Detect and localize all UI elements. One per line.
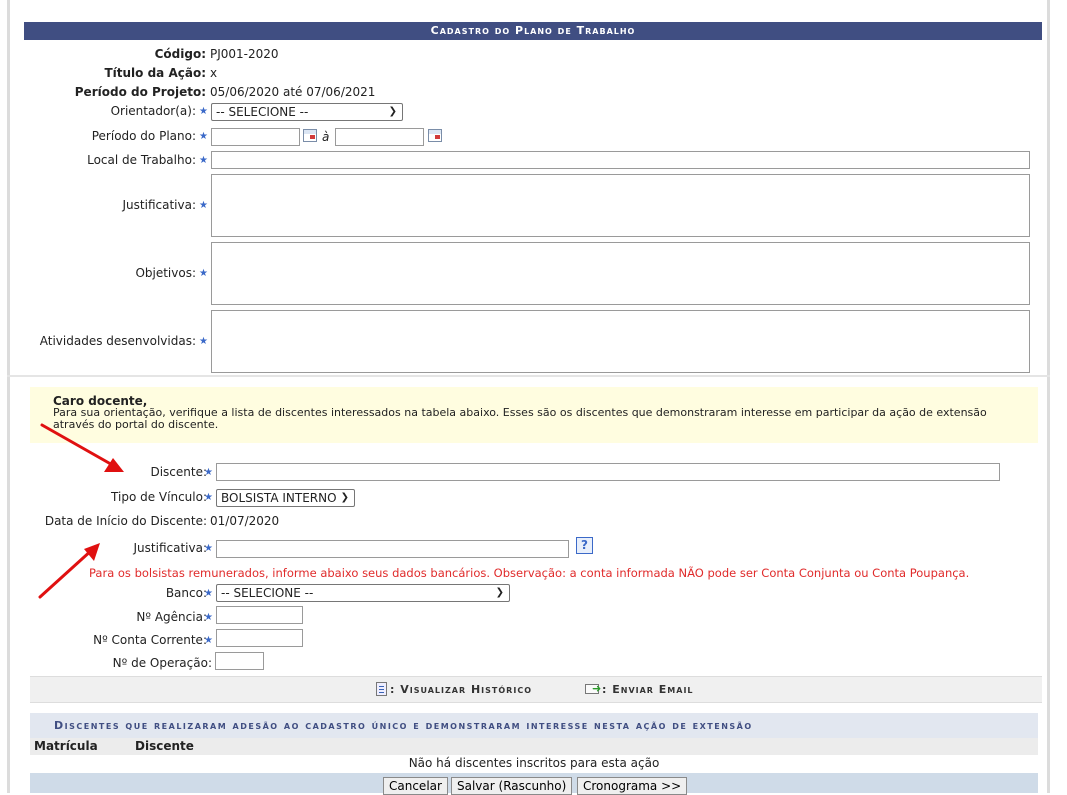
chevron-down-icon: ❯ [495,587,504,598]
periodo-plano-label: Período do Plano: [91,129,196,143]
objetivos-label: Objetivos: [135,266,196,280]
page-left-border [7,0,10,793]
banco-select[interactable]: -- SELECIONE -- ❯ [216,584,510,602]
agencia-input[interactable] [216,606,303,624]
action-bar: : Visualizar Histórico : Enviar Email [30,676,1042,703]
arrow-head-icon [84,543,100,561]
tipo-vinculo-label: Tipo de Vínculo: [111,490,207,504]
required-star-icon: ★ [204,635,213,646]
periodo-projeto-label: Período do Projeto: [74,85,206,99]
periodo-separator: à [322,130,330,144]
periodo-inicio-input[interactable] [211,128,300,146]
required-star-icon: ★ [199,336,208,347]
discente-input[interactable] [216,463,1000,481]
justificativa-discente-label: Justificativa: [133,541,207,555]
empty-list-message: Não há discentes inscritos para esta açã… [408,756,660,770]
cronograma-button[interactable]: Cronograma >> [577,777,688,795]
bank-warning: Para os bolsistas remunerados, informe a… [89,566,970,580]
arrow-head-icon [104,458,124,472]
operacao-label: Nº de Operação: [112,656,212,670]
annotation-arrow-justificativa [38,547,95,599]
column-discente: Discente [135,739,194,753]
notice-box: Caro docente, Para sua orientação, verif… [30,387,1038,443]
required-star-icon: ★ [199,131,208,142]
atividades-label: Atividades desenvolvidas: [39,334,196,348]
required-star-icon: ★ [199,200,208,211]
form-caption: Cadastro do Plano de Trabalho [24,22,1042,40]
data-inicio-label: Data de Início do Discente: [44,514,207,528]
operacao-input[interactable] [215,652,264,670]
orientador-label: Orientador(a): [110,104,196,118]
discente-label: Discente: [150,465,207,479]
enviar-email-link[interactable]: : Enviar Email [585,681,694,697]
required-star-icon: ★ [204,492,213,503]
chevron-down-icon: ❯ [388,106,397,117]
orientador-select[interactable]: -- SELECIONE -- ❯ [211,103,403,121]
calendar-icon[interactable] [428,129,442,142]
conta-input[interactable] [216,629,303,647]
justificativa-textarea[interactable] [211,174,1030,237]
section-divider [7,375,1050,377]
help-icon[interactable]: ? [576,537,593,554]
tipo-vinculo-selected: BOLSISTA INTERNO [221,491,337,505]
calendar-icon[interactable] [303,129,317,142]
visualizar-historico-label: : Visualizar Histórico [390,683,532,696]
required-star-icon: ★ [204,467,213,478]
visualizar-historico-link[interactable]: : Visualizar Histórico [376,682,532,697]
required-star-icon: ★ [204,612,213,623]
save-draft-button[interactable]: Salvar (Rascunho) [451,777,573,795]
document-icon [376,682,387,696]
agencia-label: Nº Agência: [136,610,207,624]
periodo-projeto-value: 05/06/2020 até 07/06/2021 [210,85,376,99]
justificativa-label: Justificativa: [122,198,196,212]
cancel-button[interactable]: Cancelar [383,777,448,795]
email-send-icon [585,681,602,696]
chevron-down-icon: ❯ [340,492,349,503]
codigo-value: PJ001-2020 [210,47,279,61]
notice-text: Para sua orientação, verifique a lista d… [53,406,987,431]
local-trabalho-input[interactable] [211,151,1030,169]
required-star-icon: ★ [199,268,208,279]
banco-selected: -- SELECIONE -- [221,586,314,600]
required-star-icon: ★ [199,106,208,117]
codigo-label: Código: [154,47,206,61]
local-trabalho-label: Local de Trabalho: [87,153,196,167]
periodo-fim-input[interactable] [335,128,424,146]
justificativa-discente-input[interactable] [216,540,569,558]
atividades-textarea[interactable] [211,310,1030,373]
objetivos-textarea[interactable] [211,242,1030,305]
page-right-border [1047,0,1050,793]
enviar-email-label: : Enviar Email [602,683,694,696]
required-star-icon: ★ [199,155,208,166]
tipo-vinculo-select[interactable]: BOLSISTA INTERNO ❯ [216,489,355,507]
required-star-icon: ★ [204,543,213,554]
titulo-value: x [210,66,218,80]
data-inicio-value: 01/07/2020 [210,514,280,528]
conta-label: Nº Conta Corrente: [93,633,207,647]
column-matricula: Matrícula [34,739,98,753]
orientador-selected: -- SELECIONE -- [216,105,309,119]
titulo-label: Título da Ação: [104,66,206,80]
required-star-icon: ★ [204,588,213,599]
banco-label: Banco: [165,586,207,600]
discentes-list-caption: Discentes que realizaram adesão ao cadas… [30,713,1038,738]
